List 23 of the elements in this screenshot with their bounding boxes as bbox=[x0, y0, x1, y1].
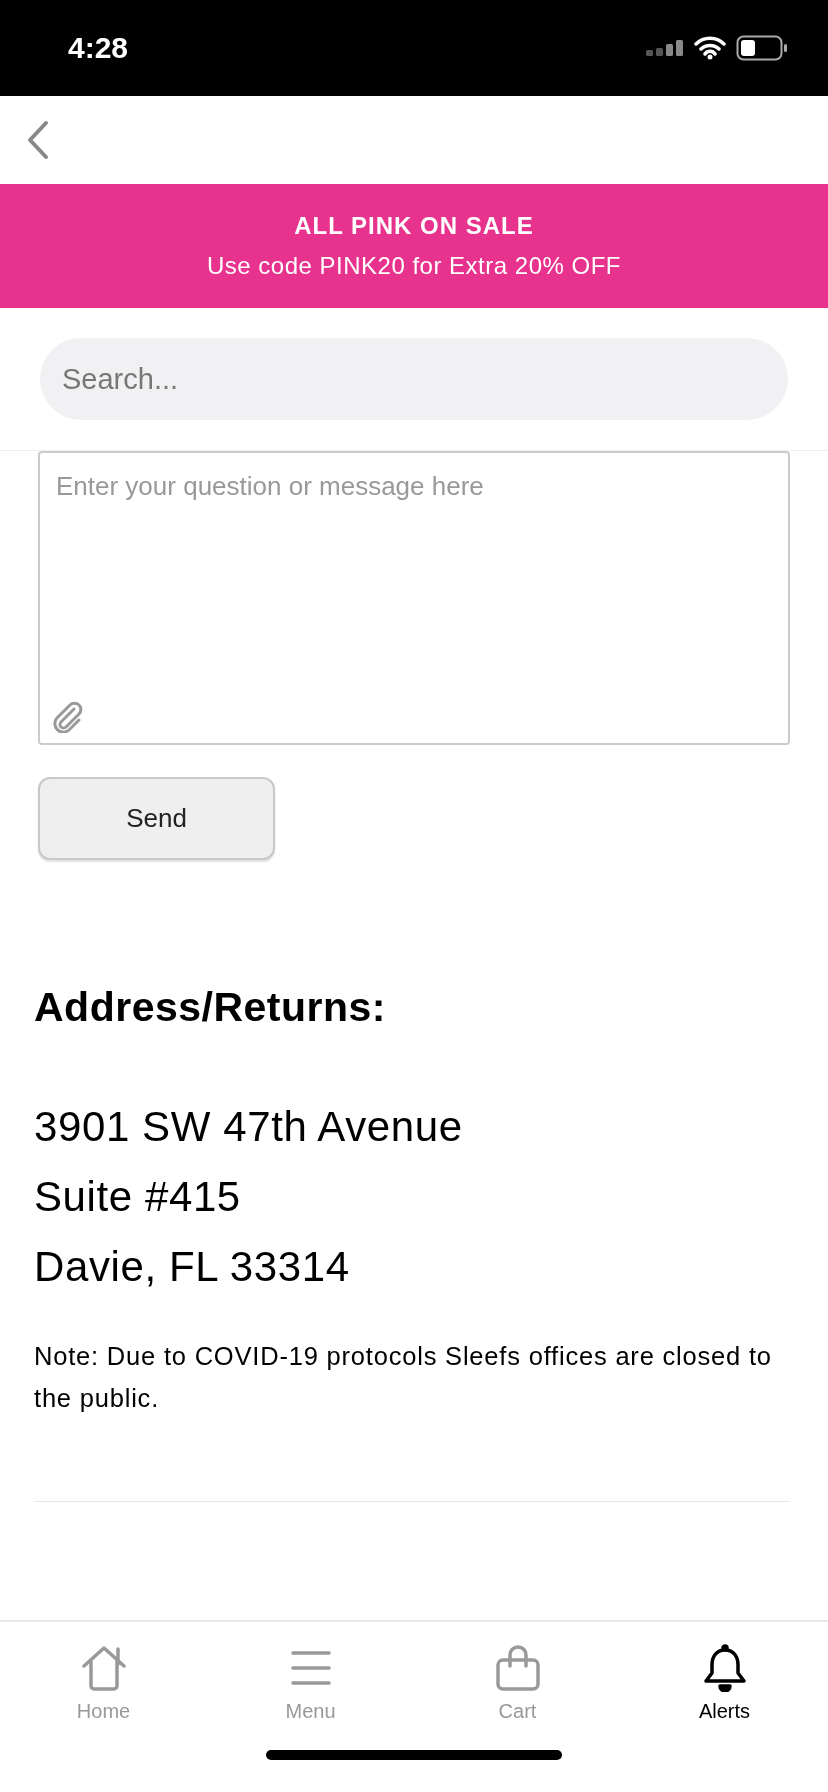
tab-bar-item[interactable]: Home bbox=[0, 1622, 207, 1744]
address-line: Suite #415 bbox=[34, 1173, 242, 1221]
message-field[interactable]: Enter your question or message here bbox=[38, 451, 790, 745]
shopping-bag-icon bbox=[494, 1644, 541, 1692]
back-icon[interactable] bbox=[26, 120, 50, 160]
home-icon bbox=[80, 1644, 127, 1692]
signal-icon bbox=[646, 40, 684, 56]
promo-title: ALL PINK ON SALE bbox=[294, 212, 534, 240]
tab-bar-item[interactable]: Cart bbox=[414, 1622, 621, 1744]
bell-icon bbox=[701, 1644, 748, 1692]
address-line: 3901 SW 47th Avenue bbox=[34, 1103, 464, 1151]
send-button[interactable]: Send bbox=[38, 777, 275, 860]
wifi-icon bbox=[694, 36, 726, 60]
promo-subtitle: Use code PINK20 for Extra 20% OFF bbox=[207, 252, 621, 280]
tab-bar-item[interactable]: Menu bbox=[207, 1622, 414, 1744]
status-time: 4:28 bbox=[68, 31, 129, 65]
search-field[interactable]: Search... bbox=[40, 338, 788, 420]
note-text: Note: Due to COVID-19 protocols Sleefs offices are closed to the public. bbox=[34, 1341, 773, 1414]
paperclip-icon[interactable] bbox=[50, 699, 84, 733]
address-heading: Address/Returns: bbox=[34, 984, 387, 1031]
battery-icon bbox=[736, 35, 788, 61]
address-line: Davie, FL 33314 bbox=[34, 1243, 351, 1291]
tab-bar-item[interactable]: Alerts bbox=[621, 1622, 828, 1744]
